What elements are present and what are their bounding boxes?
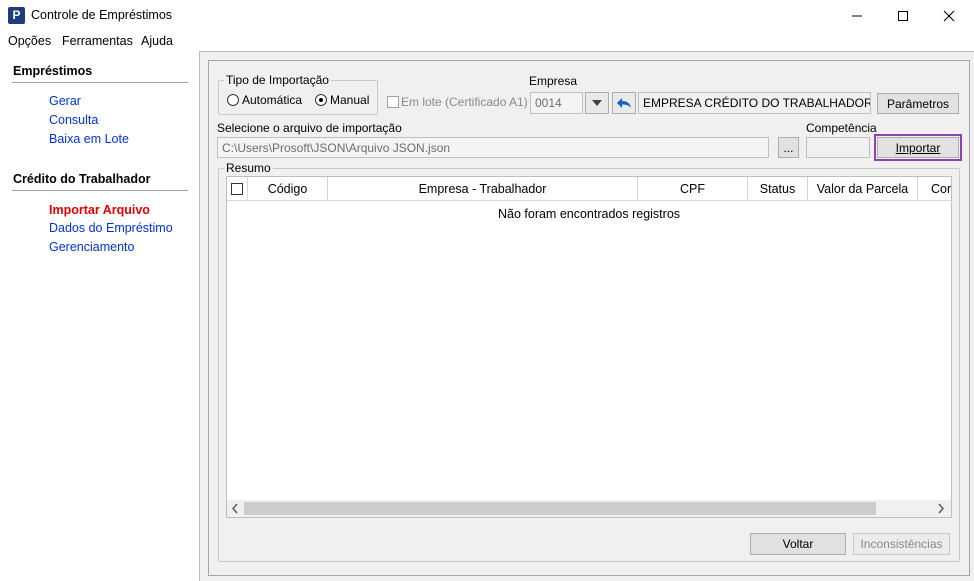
empresa-dropdown-button[interactable] [585, 92, 609, 114]
column-header-cpf[interactable]: CPF [638, 177, 748, 201]
inconsistencias-button[interactable]: Inconsistências [853, 533, 950, 555]
minimize-button[interactable] [834, 0, 880, 31]
column-header-valor-parcela[interactable]: Valor da Parcela [808, 177, 918, 201]
select-all-header[interactable] [227, 177, 248, 201]
divider [12, 82, 188, 83]
sidebar-item-consulta[interactable]: Consulta [49, 113, 98, 127]
empty-message: Não foram encontrados registros [497, 207, 681, 221]
empresa-lookup-button[interactable] [612, 92, 636, 114]
browse-button[interactable]: ... [778, 137, 799, 158]
tipo-importacao-label: Tipo de Importação [224, 73, 331, 87]
competencia-field[interactable] [806, 137, 870, 158]
sidebar-item-dados-emprestimo[interactable]: Dados do Empréstimo [49, 221, 173, 235]
importar-button[interactable]: Importar [877, 137, 959, 158]
scroll-left-icon[interactable] [230, 503, 240, 517]
undo-arrow-icon [617, 98, 631, 108]
close-icon [943, 10, 955, 21]
radio-manual-label[interactable]: Manual [330, 93, 369, 107]
minimize-icon [852, 15, 862, 16]
radio-manual[interactable] [315, 94, 327, 106]
column-header-status[interactable]: Status [748, 177, 808, 201]
empresa-label: Empresa [529, 74, 578, 88]
parametros-button[interactable]: Parâmetros [877, 93, 959, 114]
sidebar-item-baixa-em-lote[interactable]: Baixa em Lote [49, 132, 129, 146]
competencia-label: Competência [806, 121, 877, 135]
sidebar-section-emprestimos: Empréstimos [13, 64, 93, 78]
column-header-codigo[interactable]: Código [248, 177, 328, 201]
menu-ajuda[interactable]: Ajuda [141, 34, 173, 48]
column-header-truncated[interactable]: Cor [918, 177, 951, 201]
sidebar-item-importar-arquivo[interactable]: Importar Arquivo [49, 203, 150, 217]
title-bar: P Controle de Empréstimos [0, 0, 974, 31]
horizontal-scrollbar[interactable] [227, 500, 951, 517]
em-lote-label: Em lote (Certificado A1) [401, 95, 528, 109]
select-all-checkbox[interactable] [231, 182, 243, 195]
arquivo-path-field[interactable]: C:\Users\Prosoft\JSON\Arquivo JSON.json [217, 137, 769, 158]
window-title: Controle de Empréstimos [31, 8, 173, 22]
menu-ferramentas[interactable]: Ferramentas [62, 34, 133, 48]
app-icon: P [8, 7, 25, 24]
scroll-right-icon[interactable] [936, 503, 946, 517]
close-button[interactable] [926, 0, 972, 31]
em-lote-checkbox[interactable] [387, 96, 399, 108]
menu-opcoes[interactable]: Opções [8, 34, 51, 48]
maximize-button[interactable] [880, 0, 926, 31]
divider [12, 190, 188, 191]
sidebar-item-gerar[interactable]: Gerar [49, 94, 81, 108]
sidebar [0, 51, 198, 581]
arquivo-label: Selecione o arquivo de importação [217, 121, 402, 135]
sidebar-item-gerenciamento[interactable]: Gerenciamento [49, 240, 134, 254]
menu-bar: Opções Ferramentas Ajuda [0, 31, 974, 51]
radio-automatica[interactable] [227, 94, 239, 106]
voltar-button[interactable]: Voltar [750, 533, 846, 555]
empresa-name-field: EMPRESA CRÉDITO DO TRABALHADOR [638, 92, 871, 114]
maximize-icon [898, 10, 908, 21]
resumo-label: Resumo [224, 161, 273, 175]
column-header-empresa-trabalhador[interactable]: Empresa - Trabalhador [328, 177, 638, 201]
empresa-code-field[interactable]: 0014 [530, 92, 583, 114]
chevron-down-icon [592, 100, 602, 106]
sidebar-section-credito-trabalhador: Crédito do Trabalhador [13, 172, 151, 186]
radio-automatica-label[interactable]: Automática [242, 93, 302, 107]
resumo-table: Código Empresa - Trabalhador CPF Status … [226, 176, 952, 518]
scrollbar-thumb[interactable] [244, 502, 876, 515]
